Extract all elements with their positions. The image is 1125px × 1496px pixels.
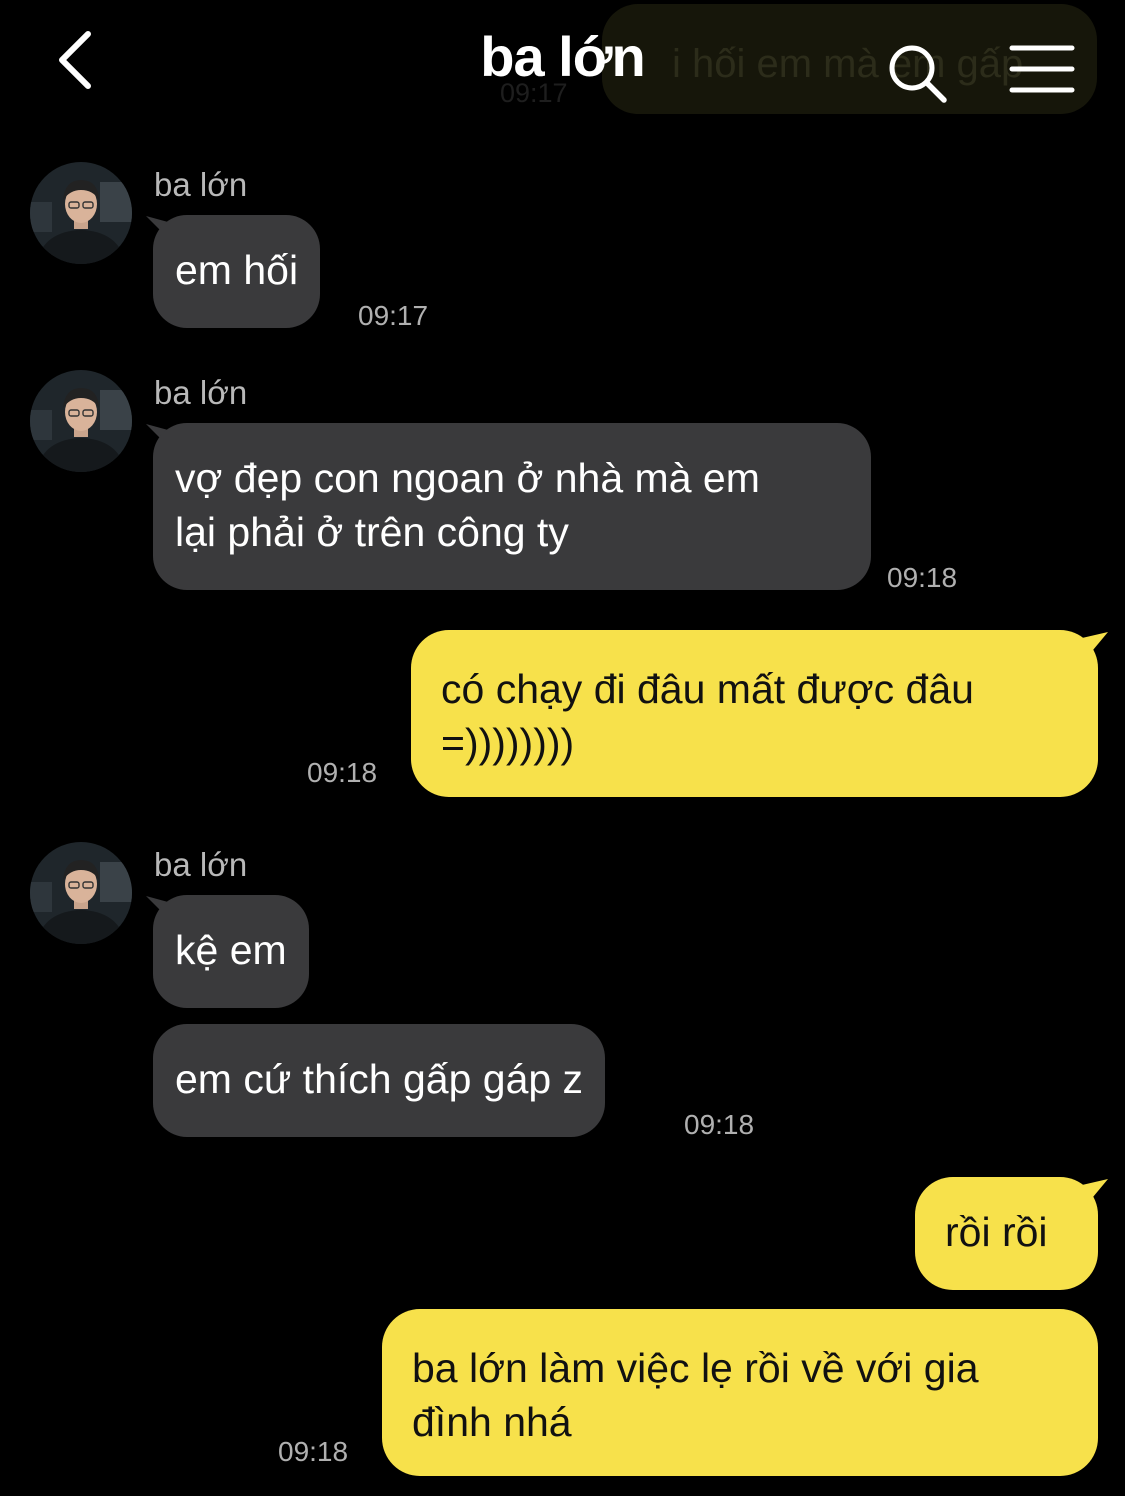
outgoing-message-bubble[interactable]: rồi rồi	[915, 1177, 1098, 1290]
message-time: 09:18	[887, 562, 958, 593]
search-icon	[889, 45, 947, 103]
chat-title: ba lớn	[480, 25, 646, 88]
incoming-message-bubble[interactable]: em hối	[153, 215, 321, 328]
menu-button[interactable]	[1006, 42, 1078, 98]
incoming-message-bubble[interactable]: kệ em	[153, 895, 309, 1008]
message-line: vợ đẹp con ngoan ở nhà mà em	[175, 455, 760, 501]
message-time: 09:18	[307, 757, 378, 788]
avatar-photo	[30, 842, 132, 944]
sender-avatar[interactable]	[30, 162, 132, 264]
search-button[interactable]	[884, 40, 950, 106]
message-time: 09:18	[278, 1436, 349, 1467]
outgoing-message-bubble[interactable]: có chạy đi đâu mất được đâu =))))))))	[411, 630, 1098, 797]
incoming-message-bubble[interactable]: vợ đẹp con ngoan ở nhà mà em lại phải ở …	[153, 423, 871, 590]
message-text: em hối	[175, 247, 299, 293]
message-text: em cứ thích gấp gáp z	[175, 1056, 584, 1102]
message-line: có chạy đi đâu mất được đâu	[441, 666, 974, 712]
avatar-photo	[30, 370, 132, 472]
chat-header: i hối em mà em gấp 09:17 ba lớn	[0, 0, 1125, 120]
sender-avatar[interactable]	[30, 370, 132, 472]
avatar-photo	[30, 162, 132, 264]
sender-name: ba lớn	[154, 166, 248, 203]
message-text: kệ em	[175, 927, 287, 973]
sender-name: ba lớn	[154, 374, 248, 411]
outgoing-message-bubble[interactable]: ba lớn làm việc lẹ rồi về với gia đình n…	[382, 1309, 1098, 1476]
message-time: 09:18	[684, 1109, 755, 1140]
message-text: rồi rồi	[945, 1209, 1048, 1255]
message-line: lại phải ở trên công ty	[175, 509, 569, 555]
sender-name: ba lớn	[154, 846, 248, 883]
bubble-tail	[1082, 1179, 1108, 1203]
bubble-tail	[1082, 632, 1108, 656]
sender-avatar[interactable]	[30, 842, 132, 944]
message-line: đình nhá	[412, 1399, 572, 1445]
menu-icon	[1009, 45, 1075, 93]
message-line: =))))))))	[441, 720, 575, 766]
message-time: 09:17	[358, 300, 429, 331]
incoming-message-bubble[interactable]: em cứ thích gấp gáp z	[153, 1024, 606, 1137]
message-line: ba lớn làm việc lẹ rồi về với gia	[412, 1345, 979, 1391]
